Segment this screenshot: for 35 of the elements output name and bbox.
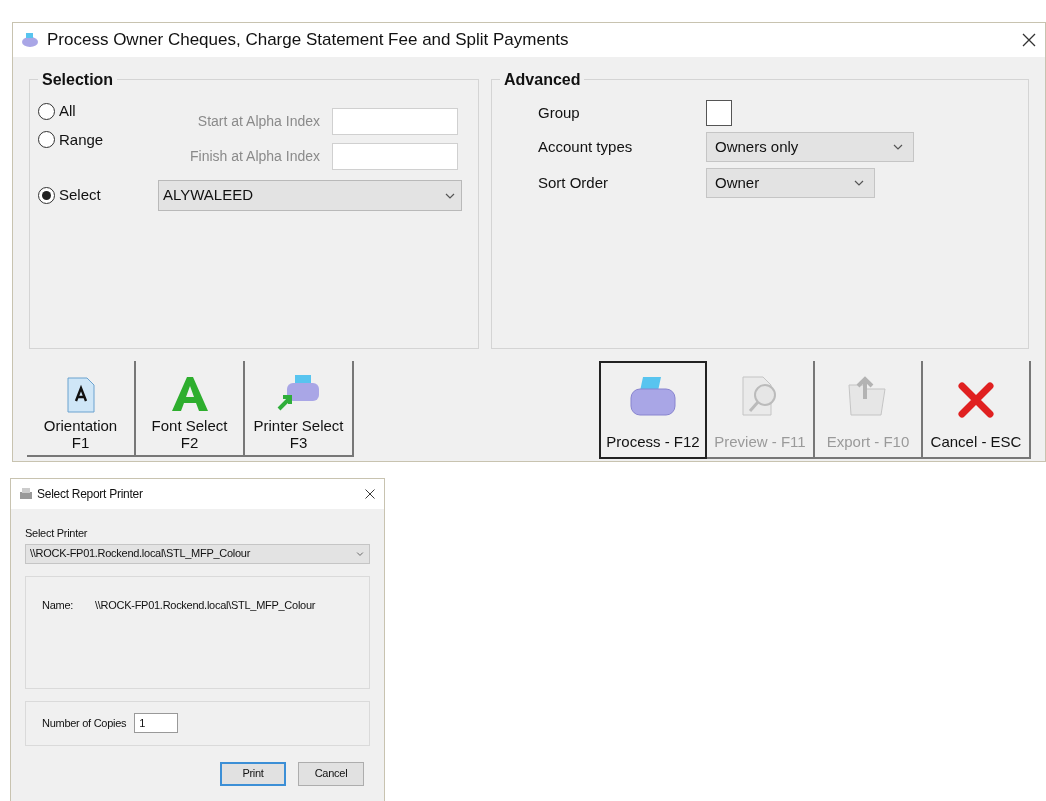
text-field[interactable] xyxy=(332,143,458,170)
radio-button[interactable]: All xyxy=(38,100,128,123)
app-icon xyxy=(21,32,39,48)
dropdown[interactable]: Owners only xyxy=(706,132,914,162)
field-label: Start at Alpha Index xyxy=(196,112,320,131)
field-label: Finish at Alpha Index xyxy=(189,147,320,166)
text-field[interactable] xyxy=(332,108,458,135)
field-label: Sort Order xyxy=(538,172,610,193)
checkbox[interactable] xyxy=(706,100,732,126)
field-label: Select Printer xyxy=(25,526,89,541)
close-icon xyxy=(957,380,995,419)
document-letter-icon xyxy=(65,377,96,413)
toolbar-button[interactable]: Font Select F2 xyxy=(136,361,245,457)
radio-button[interactable]: Range xyxy=(38,128,128,151)
window-title: Process Owner Cheques, Charge Statement Fee and Split Payments xyxy=(47,29,570,52)
dialog-button[interactable]: Print xyxy=(220,761,286,786)
window-title: Select Report Printer xyxy=(37,486,144,503)
dropdown[interactable]: \\ROCK-FP01.Rockend.local\STL_MFP_Colour xyxy=(25,543,370,564)
printer-name: \\ROCK-FP01.Rockend.local\STL_MFP_Colour xyxy=(95,597,316,613)
toolbar-button[interactable]: Printer Select F3 xyxy=(245,361,354,457)
dialog-button[interactable]: Cancel xyxy=(298,761,364,786)
dropdown[interactable]: ALYWALEED xyxy=(158,180,462,211)
close-icon[interactable] xyxy=(364,488,376,500)
close-icon[interactable] xyxy=(1021,32,1037,48)
radio-button[interactable]: Select xyxy=(38,184,101,207)
copies-field[interactable]: 1 xyxy=(134,713,179,733)
toolbar-button[interactable]: Cancel - ESC xyxy=(923,361,1031,459)
field-label: Name: xyxy=(42,597,74,613)
printer-icon xyxy=(19,488,33,500)
field-label: Group xyxy=(538,102,581,123)
field-label: Number of Copies xyxy=(42,715,127,731)
field-label: Account types xyxy=(538,136,634,157)
toolbar-button[interactable]: Orientation F1 xyxy=(27,361,136,457)
toolbar-button[interactable]: Process - F12 xyxy=(599,361,707,459)
dropdown[interactable]: Owner xyxy=(706,168,875,198)
